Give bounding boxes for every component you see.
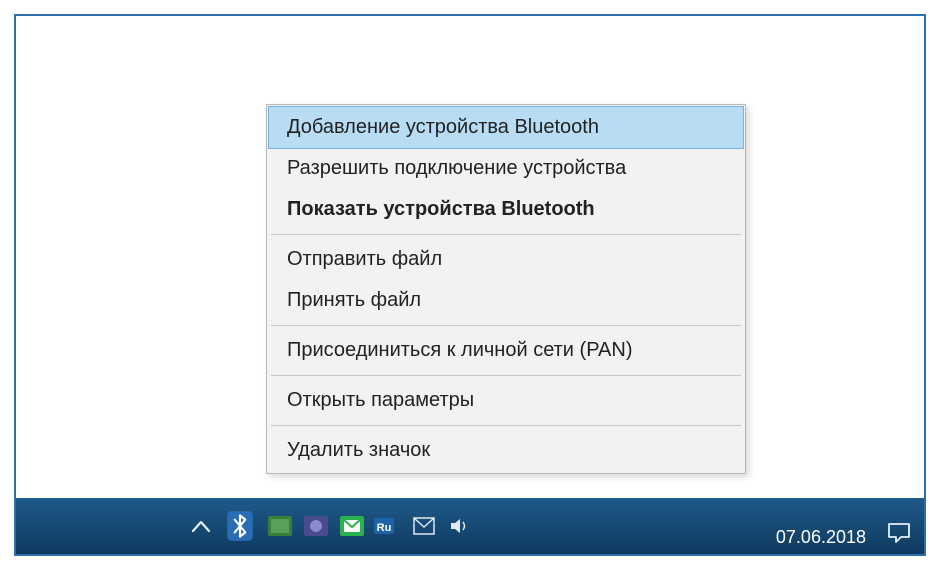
- action-center-icon[interactable]: [882, 516, 916, 550]
- menu-item-label: Принять файл: [287, 289, 421, 311]
- menu-item-receive-file[interactable]: Принять файл: [269, 280, 743, 321]
- menu-item-label: Открыть параметры: [287, 389, 474, 411]
- menu-item-label: Добавление устройства Bluetooth: [287, 116, 599, 138]
- tray-app-icon[interactable]: [300, 511, 332, 541]
- menu-separator: [271, 375, 741, 376]
- menu-item-label: Показать устройства Bluetooth: [287, 198, 595, 220]
- menu-item-add-bluetooth-device[interactable]: Добавление устройства Bluetooth: [268, 106, 744, 149]
- tray-app-icon[interactable]: [264, 511, 296, 541]
- menu-separator: [271, 325, 741, 326]
- menu-item-label: Разрешить подключение устройства: [287, 157, 626, 179]
- menu-separator: [271, 234, 741, 235]
- menu-item-join-pan[interactable]: Присоединиться к личной сети (PAN): [269, 330, 743, 371]
- tray-date-label: 07.06.2018: [776, 527, 866, 547]
- svg-text:Ru: Ru: [377, 522, 392, 534]
- tray-app-icon[interactable]: [408, 511, 440, 541]
- menu-item-label: Отправить файл: [287, 248, 442, 270]
- desktop-area: Добавление устройства Bluetooth Разрешит…: [16, 16, 924, 498]
- tray-apps-group: Ru: [264, 511, 476, 541]
- menu-separator: [271, 425, 741, 426]
- tray-app-icon[interactable]: Ru: [372, 511, 404, 541]
- bluetooth-context-menu: Добавление устройства Bluetooth Разрешит…: [266, 104, 746, 474]
- tray-bluetooth-icon[interactable]: [224, 506, 256, 546]
- menu-item-remove-icon[interactable]: Удалить значок: [269, 430, 743, 471]
- tray-right-group: 07.06.2018: [770, 516, 916, 552]
- window-frame: Добавление устройства Bluetooth Разрешит…: [14, 14, 926, 556]
- menu-item-label: Удалить значок: [287, 439, 430, 461]
- menu-item-open-settings[interactable]: Открыть параметры: [269, 380, 743, 421]
- menu-item-allow-device-connection[interactable]: Разрешить подключение устройства: [269, 148, 743, 189]
- tray-overflow-chevron-icon[interactable]: [184, 509, 218, 543]
- tray-app-icon[interactable]: [336, 511, 368, 541]
- menu-item-send-file[interactable]: Отправить файл: [269, 239, 743, 280]
- taskbar: Ru 07.06.2018: [16, 498, 924, 554]
- menu-item-show-bluetooth-devices[interactable]: Показать устройства Bluetooth: [269, 189, 743, 230]
- menu-item-label: Присоединиться к личной сети (PAN): [287, 339, 633, 361]
- tray-volume-icon[interactable]: [444, 511, 476, 541]
- tray-date[interactable]: 07.06.2018: [770, 523, 872, 552]
